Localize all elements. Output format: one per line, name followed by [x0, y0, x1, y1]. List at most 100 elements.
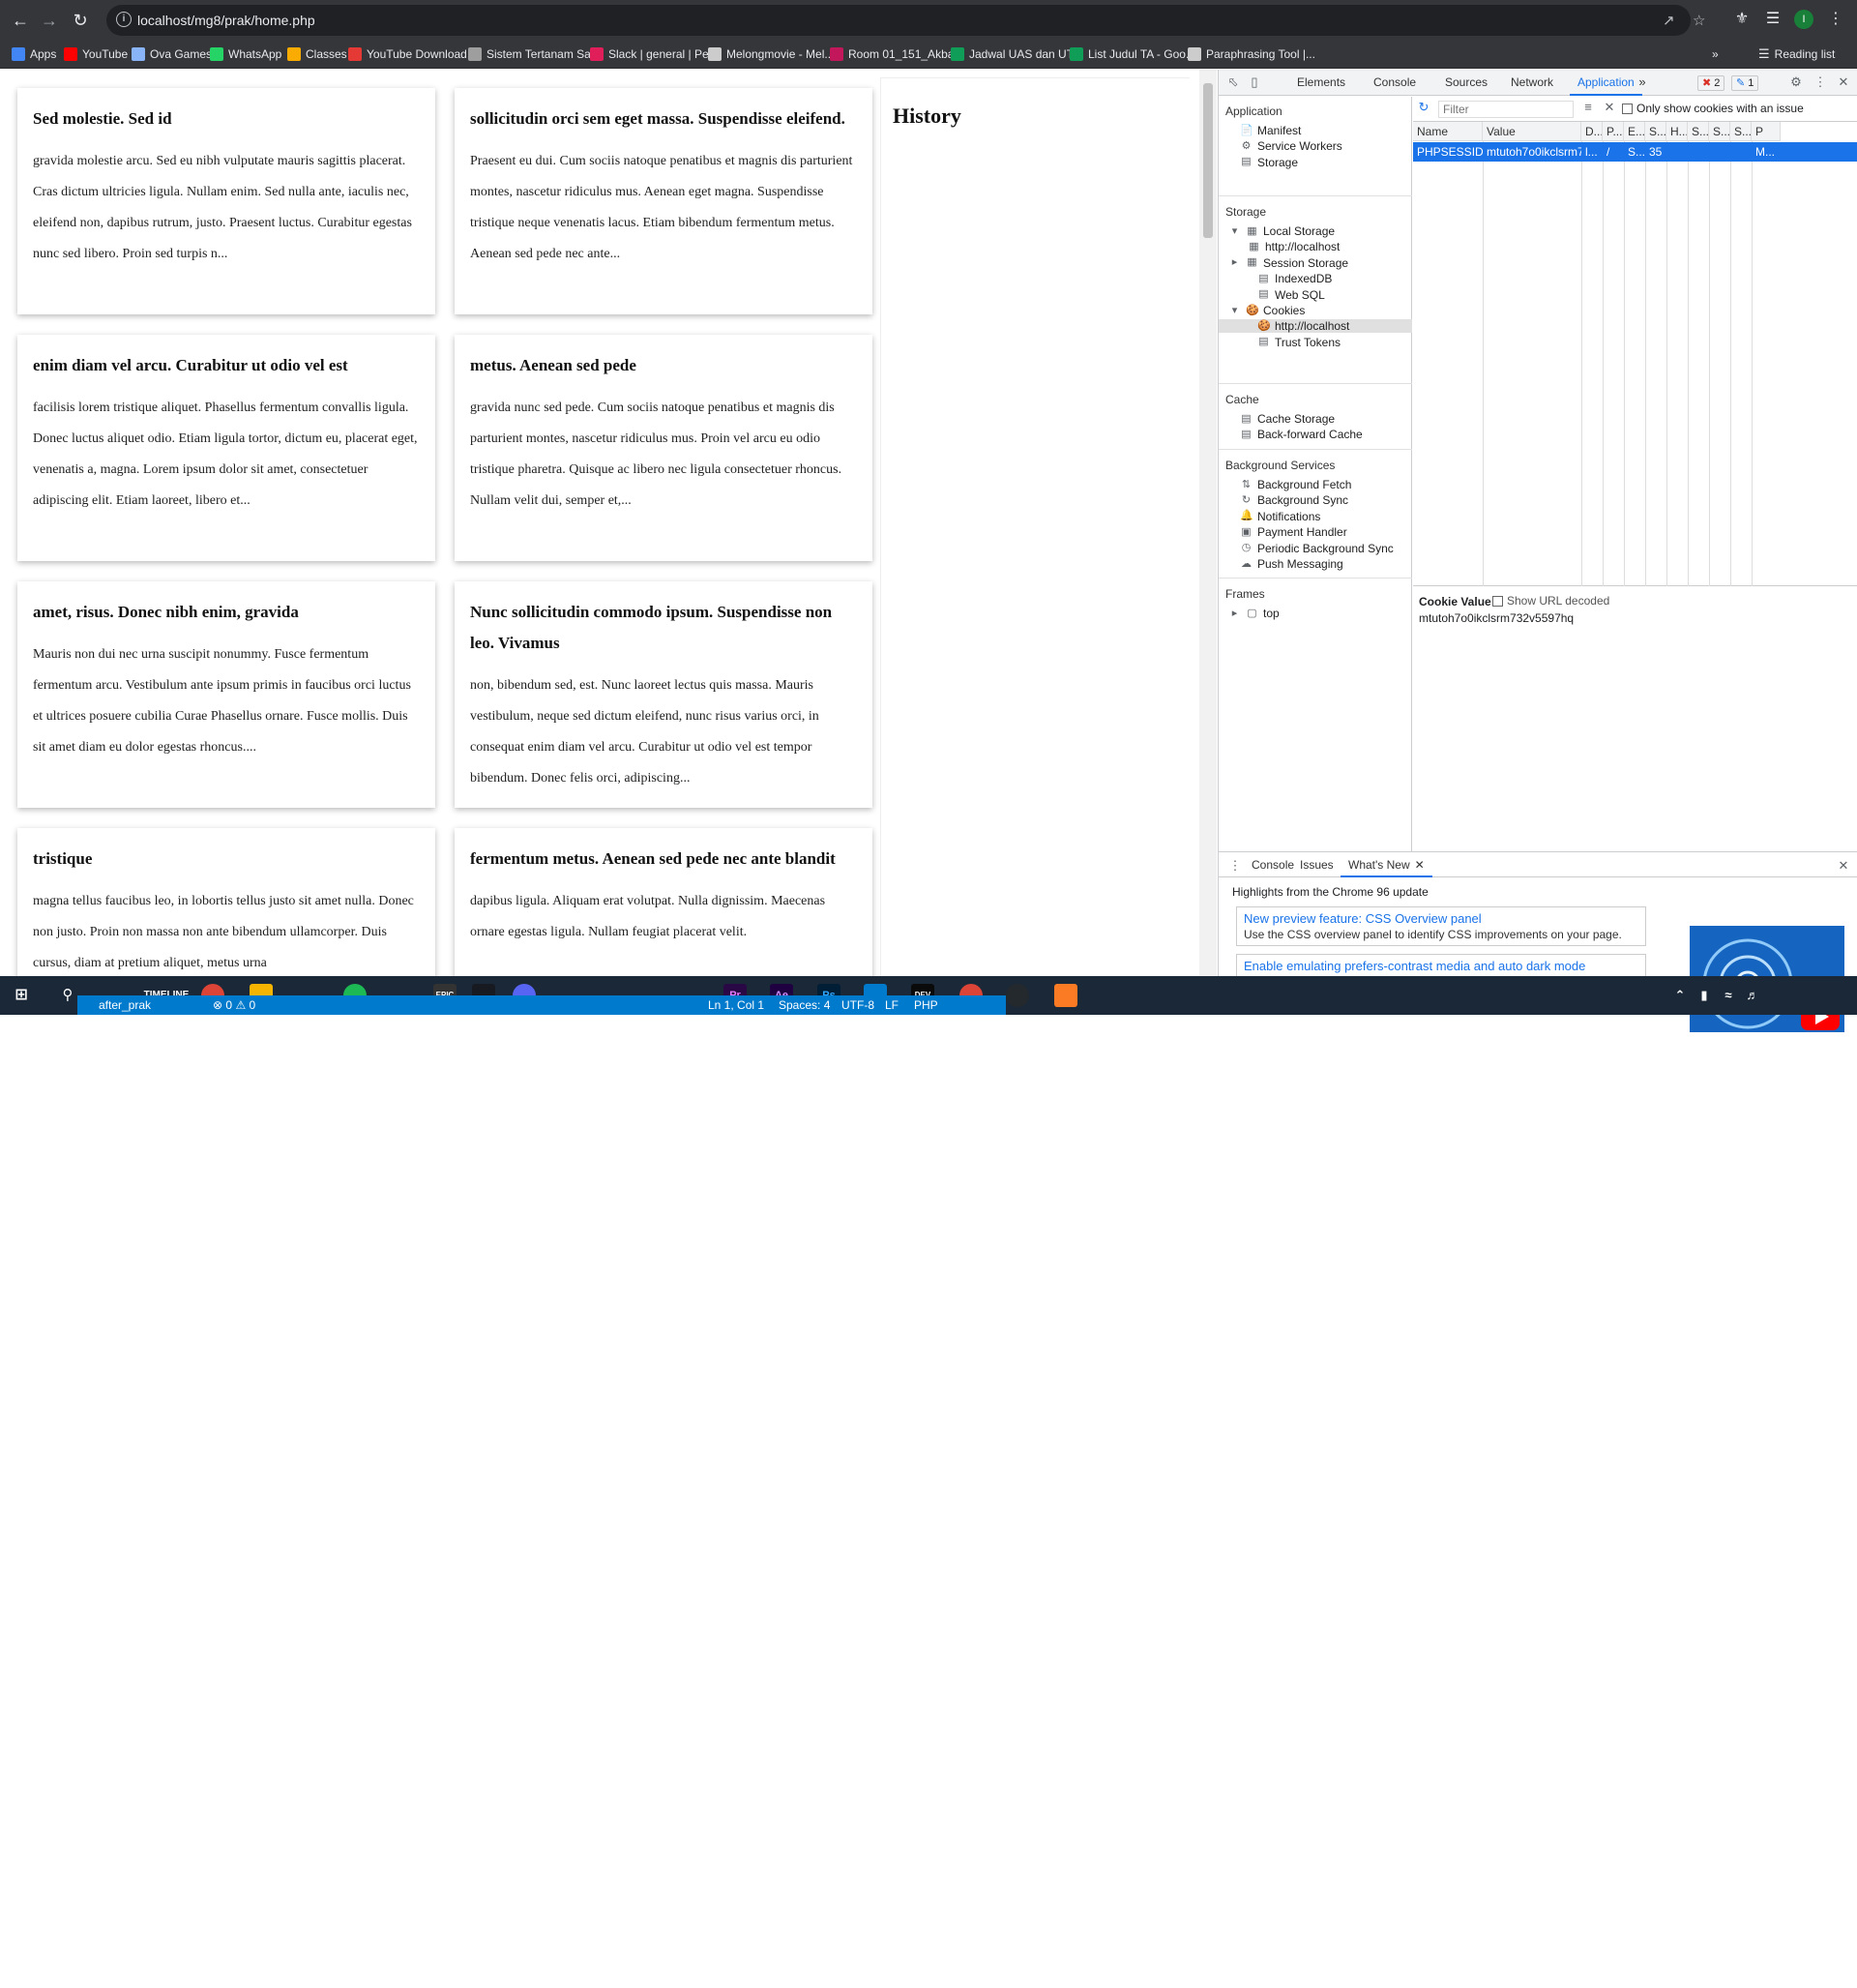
- whats-new-card[interactable]: New preview feature: CSS Overview panel U…: [1236, 906, 1646, 946]
- device-toolbar-icon[interactable]: ▯: [1246, 74, 1263, 90]
- page-scrollbar-thumb[interactable]: [1203, 83, 1213, 238]
- column-header[interactable]: E...: [1624, 122, 1645, 141]
- post-card[interactable]: fermentum metus. Aenean sed pede nec ant…: [455, 828, 872, 976]
- post-card[interactable]: enim diam vel arcu. Curabitur ut odio ve…: [17, 335, 435, 561]
- extensions-icon[interactable]: ⚜: [1731, 9, 1753, 28]
- url-text[interactable]: localhost/mg8/prak/home.php: [137, 13, 315, 28]
- sidebar-item-payment-handler[interactable]: ▣ Payment Handler: [1240, 525, 1346, 539]
- column-header[interactable]: Name: [1413, 122, 1483, 141]
- sidebar-item-local-storage-origin[interactable]: ▦ http://localhost: [1248, 240, 1340, 253]
- forward-arrow-icon[interactable]: →: [37, 8, 62, 33]
- sidebar-item-trust-tokens[interactable]: ▤ Trust Tokens: [1240, 336, 1341, 349]
- customize-kebab-icon[interactable]: ⋮: [1812, 74, 1829, 90]
- sidebar-item-notifications[interactable]: 🔔 Notifications: [1240, 510, 1320, 523]
- bookmark-item[interactable]: Apps: [12, 45, 56, 63]
- reload-icon[interactable]: ↻: [68, 8, 93, 33]
- git-branch[interactable]: after_prak: [99, 998, 151, 1012]
- post-card[interactable]: sollicitudin orci sem eget massa. Suspen…: [455, 88, 872, 314]
- bookmark-item[interactable]: Slack | general | Per...: [590, 45, 722, 63]
- bookmark-item[interactable]: YouTube: [64, 45, 128, 63]
- post-title[interactable]: Nunc sollicitudin commodo ipsum. Suspend…: [470, 597, 857, 659]
- bookmark-item[interactable]: Sistem Tertanam Sa...: [468, 45, 601, 63]
- post-card[interactable]: tristique magna tellus faucibus leo, in l…: [17, 828, 435, 976]
- filter-input[interactable]: [1438, 101, 1574, 118]
- column-header[interactable]: S...: [1709, 122, 1730, 141]
- expand-arrow-icon[interactable]: ▸: [1228, 256, 1241, 269]
- post-card[interactable]: metus. Aenean sed pede gravida nunc sed p…: [455, 335, 872, 561]
- show-url-decoded-toggle[interactable]: Show URL decoded: [1492, 594, 1609, 608]
- bookmark-item[interactable]: YouTube Download...: [348, 45, 477, 63]
- bookmark-item[interactable]: WhatsApp: [210, 45, 281, 63]
- site-info-icon[interactable]: i: [116, 12, 132, 27]
- post-title[interactable]: amet, risus. Donec nibh enim, gravida: [33, 597, 420, 628]
- end-of-line[interactable]: LF: [885, 998, 899, 1012]
- whats-new-card-title[interactable]: New preview feature: CSS Overview panel: [1244, 911, 1638, 926]
- devtools-tab-application[interactable]: Application: [1570, 70, 1642, 96]
- close-tab-icon[interactable]: ✕: [1415, 858, 1425, 872]
- github-icon[interactable]: [1006, 984, 1029, 1007]
- sidebar-item-periodic-background-sync[interactable]: ◷ Periodic Background Sync: [1240, 542, 1394, 555]
- sidebar-item-indexeddb[interactable]: ▤ IndexedDB: [1240, 272, 1332, 285]
- sidebar-item-top[interactable]: ▸ ▢ top: [1228, 607, 1280, 620]
- post-card[interactable]: Nunc sollicitudin commodo ipsum. Suspend…: [455, 581, 872, 808]
- bookmark-item[interactable]: Classes: [287, 45, 347, 63]
- bookmark-item[interactable]: Paraphrasing Tool |...: [1188, 45, 1315, 63]
- install-icon[interactable]: ↗: [1663, 12, 1675, 29]
- sidebar-item-cookies-origin[interactable]: 🍪 http://localhost: [1219, 319, 1412, 334]
- post-card[interactable]: amet, risus. Donec nibh enim, gravida Mau…: [17, 581, 435, 808]
- xampp-icon[interactable]: [1054, 984, 1077, 1007]
- column-header[interactable]: D...: [1581, 122, 1603, 141]
- more-tabs-icon[interactable]: »: [1634, 74, 1651, 89]
- devtools-tab-elements[interactable]: Elements: [1289, 70, 1353, 96]
- message-count-badge[interactable]: ✎ 1: [1731, 75, 1759, 91]
- devtools-tab-console[interactable]: Console: [1366, 70, 1424, 96]
- sidebar-item-background-sync[interactable]: ↻ Background Sync: [1240, 493, 1348, 507]
- bookmark-item[interactable]: Ova Games: [132, 45, 212, 63]
- inspect-element-icon[interactable]: ⬁: [1224, 74, 1242, 90]
- column-header[interactable]: Value: [1483, 122, 1581, 141]
- post-title[interactable]: enim diam vel arcu. Curabitur ut odio ve…: [33, 350, 420, 381]
- expand-arrow-icon[interactable]: ▾: [1228, 305, 1241, 317]
- column-header[interactable]: S...: [1645, 122, 1666, 141]
- sidebar-item-service-workers[interactable]: ⚙ Service Workers: [1240, 139, 1342, 153]
- encoding[interactable]: UTF-8: [841, 998, 874, 1012]
- post-title[interactable]: fermentum metus. Aenean sed pede nec ant…: [470, 844, 857, 875]
- cookie-row[interactable]: PHPSESSID mtutoh7o0ikclsrm7... l... / S... 35…: [1413, 142, 1857, 162]
- profile-avatar[interactable]: I: [1794, 10, 1813, 29]
- post-title[interactable]: sollicitudin orci sem eget massa. Suspen…: [470, 104, 857, 134]
- bookmark-item[interactable]: Room 01_151_Akba...: [830, 45, 963, 63]
- search-icon[interactable]: ⚲: [56, 984, 79, 1007]
- bookmark-item[interactable]: Jadwal UAS dan UT...: [951, 45, 1082, 63]
- devtools-tab-sources[interactable]: Sources: [1437, 70, 1495, 96]
- clear-filtered-icon[interactable]: ≡: [1579, 100, 1597, 114]
- tray-battery-icon[interactable]: ▮: [1693, 984, 1716, 1007]
- menu-kebab-icon[interactable]: ⋮: [1825, 9, 1846, 28]
- indent-setting[interactable]: Spaces: 4: [779, 998, 830, 1012]
- sidebar-item-session-storage[interactable]: ▸ ▦ Session Storage: [1228, 256, 1348, 270]
- tray-volume-icon[interactable]: ♬: [1741, 984, 1764, 1007]
- close-drawer-icon[interactable]: ✕: [1835, 858, 1852, 874]
- drawer-tab-issues[interactable]: Issues: [1292, 852, 1341, 877]
- sidebar-item-back-forward-cache[interactable]: ▤ Back-forward Cache: [1240, 428, 1362, 441]
- column-header[interactable]: P...: [1603, 122, 1624, 141]
- bookmark-item[interactable]: Melongmovie - Mel...: [708, 45, 834, 63]
- refresh-icon[interactable]: ↻: [1415, 100, 1432, 115]
- drawer-menu-icon[interactable]: ⋮: [1226, 858, 1244, 874]
- back-arrow-icon[interactable]: ←: [8, 8, 33, 33]
- expand-arrow-icon[interactable]: ▾: [1228, 225, 1241, 238]
- only-issue-toggle[interactable]: Only show cookies with an issue: [1622, 102, 1804, 115]
- tray-network-icon[interactable]: ≈: [1717, 984, 1740, 1007]
- column-header[interactable]: S...: [1730, 122, 1752, 141]
- devtools-tab-network[interactable]: Network: [1503, 70, 1561, 96]
- sidebar-item-background-fetch[interactable]: ⇅ Background Fetch: [1240, 478, 1352, 491]
- tray-up-arrow-icon[interactable]: ⌃: [1668, 984, 1692, 1007]
- address-bar[interactable]: i localhost/mg8/prak/home.php ↗ ☆: [106, 5, 1705, 36]
- sidebar-item-cookies[interactable]: ▾ 🍪 Cookies: [1228, 304, 1306, 317]
- sidebar-item-web-sql[interactable]: ▤ Web SQL: [1240, 288, 1325, 302]
- sidebar-item-push-messaging[interactable]: ☁ Push Messaging: [1240, 557, 1343, 571]
- post-title[interactable]: tristique: [33, 844, 420, 875]
- more-bookmarks-icon[interactable]: »: [1712, 45, 1719, 63]
- delete-all-icon[interactable]: ✕: [1601, 100, 1618, 115]
- post-card[interactable]: Sed molestie. Sed id gravida molestie arc…: [17, 88, 435, 314]
- only-issue-checkbox[interactable]: [1622, 103, 1633, 114]
